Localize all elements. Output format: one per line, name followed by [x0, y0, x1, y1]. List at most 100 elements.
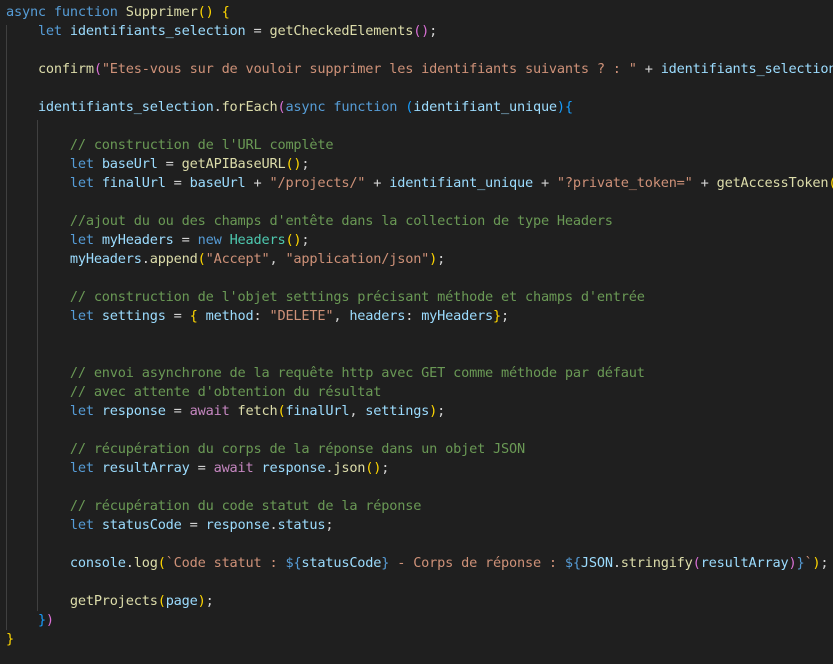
- code-token: ;: [820, 555, 829, 571]
- code-token: .: [125, 555, 134, 571]
- code-token: new: [197, 232, 222, 248]
- code-token: headers: [349, 308, 406, 324]
- code-token: myHeaders: [421, 308, 494, 324]
- code-token: ): [429, 403, 438, 419]
- code-line[interactable]: let finalUrl = baseUrl + "/projects/" + …: [6, 174, 833, 193]
- code-token: identifiant_unique: [389, 175, 533, 191]
- code-token: (): [413, 23, 430, 39]
- code-token: settings: [101, 308, 166, 324]
- code-token: ;: [437, 251, 446, 267]
- code-token: (: [197, 251, 206, 267]
- code-line[interactable]: // construction de l'objet settings préc…: [6, 288, 645, 307]
- code-token: - Corps de réponse :: [389, 555, 565, 571]
- code-token: await: [213, 460, 254, 476]
- code-token: ;: [301, 156, 310, 172]
- code-token: Headers: [229, 232, 286, 248]
- code-line[interactable]: getProjects(page);: [6, 592, 214, 611]
- code-token: .: [213, 99, 222, 115]
- code-token: response: [205, 517, 270, 533]
- code-token: }: [6, 631, 14, 647]
- code-line[interactable]: let statusCode = response.status;: [6, 516, 334, 535]
- code-token: "Accept": [205, 251, 270, 267]
- code-token: ): [556, 99, 565, 115]
- code-token: +: [532, 175, 557, 191]
- code-line[interactable]: // avec attente d'obtention du résultat: [6, 383, 382, 402]
- code-token: identifiants_selection: [660, 61, 833, 77]
- code-token: identifiants_selection: [69, 23, 246, 39]
- code-token: =: [245, 23, 270, 39]
- code-token: ${: [285, 555, 302, 571]
- code-token: getProjects: [69, 593, 158, 609]
- code-token: "Etes-vous sur de vouloir supprimer les …: [101, 61, 637, 77]
- code-token: finalUrl: [101, 175, 166, 191]
- code-line[interactable]: identifiants_selection.forEach (async fun…: [6, 98, 573, 117]
- code-line[interactable]: let settings = { method: "DELETE", heade…: [6, 307, 509, 326]
- code-editor[interactable]: async function Supprimer() { let identif…: [0, 0, 833, 664]
- code-token: async: [285, 99, 326, 115]
- code-line[interactable]: // envoi asynchrone de la requête http a…: [6, 364, 645, 383]
- code-token: append: [149, 251, 198, 267]
- code-token: =: [189, 460, 214, 476]
- code-token: (: [157, 593, 166, 609]
- code-token: (): [365, 460, 382, 476]
- code-token: await: [189, 403, 230, 419]
- code-token: +: [245, 175, 270, 191]
- code-token: Supprimer: [125, 4, 198, 20]
- code-line[interactable]: myHeaders.append("Accept", "application/…: [6, 250, 445, 269]
- code-token: let: [69, 156, 94, 172]
- code-token: (: [692, 555, 701, 571]
- code-line[interactable]: let response = await fetch(finalUrl, set…: [6, 402, 445, 421]
- code-token: "application/json": [285, 251, 430, 267]
- code-line[interactable]: let identifiants_selection = getCheckedE…: [6, 22, 437, 41]
- code-token: // avec attente d'obtention du résultat: [69, 384, 382, 400]
- code-line[interactable]: console.log(`Code statut : ${statusCode}…: [6, 554, 829, 573]
- code-token: ;: [437, 403, 446, 419]
- code-token: identifiants_selection: [37, 99, 214, 115]
- code-token: let: [69, 460, 94, 476]
- code-line[interactable]: // construction de l'URL complète: [6, 136, 334, 155]
- code-token: let: [69, 308, 94, 324]
- code-token: // construction de l'URL complète: [69, 137, 334, 153]
- code-token: response: [261, 460, 326, 476]
- code-token: fetch: [237, 403, 278, 419]
- code-token: ): [429, 251, 438, 267]
- code-token: "?private_token=": [556, 175, 693, 191]
- code-token: let: [69, 175, 94, 191]
- code-line[interactable]: async function Supprimer() {: [6, 3, 230, 22]
- code-line[interactable]: }: [6, 630, 14, 649]
- code-token: // envoi asynchrone de la requête http a…: [69, 365, 645, 381]
- code-token: ;: [381, 460, 390, 476]
- code-token: ;: [429, 23, 438, 39]
- code-token: statusCode: [101, 517, 182, 533]
- code-line[interactable]: //ajout du ou des champs d'entête dans l…: [6, 212, 613, 231]
- code-token: let: [69, 232, 94, 248]
- code-token: JSON: [580, 555, 613, 571]
- code-token: ;: [501, 308, 510, 324]
- code-token: let: [37, 23, 62, 39]
- code-token: .: [612, 555, 621, 571]
- code-line[interactable]: // récupération du code statut de la rép…: [6, 497, 422, 516]
- code-line[interactable]: let baseUrl = getAPIBaseURL();: [6, 155, 310, 174]
- code-token: finalUrl: [285, 403, 350, 419]
- code-token: json: [333, 460, 366, 476]
- code-line[interactable]: // récupération du corps de la réponse d…: [6, 440, 525, 459]
- code-token: response: [101, 403, 166, 419]
- code-line[interactable]: confirm("Etes-vous sur de vouloir suppri…: [6, 60, 833, 79]
- code-token: stringify: [620, 555, 693, 571]
- code-token: ;: [325, 517, 334, 533]
- code-token: =: [165, 308, 190, 324]
- code-line[interactable]: let resultArray = await response.json();: [6, 459, 390, 478]
- code-token: =: [173, 232, 198, 248]
- code-token: "DELETE": [269, 308, 334, 324]
- code-line[interactable]: }): [6, 611, 54, 630]
- code-token: getAPIBaseURL: [181, 156, 286, 172]
- code-line[interactable]: let myHeaders = new Headers();: [6, 231, 310, 250]
